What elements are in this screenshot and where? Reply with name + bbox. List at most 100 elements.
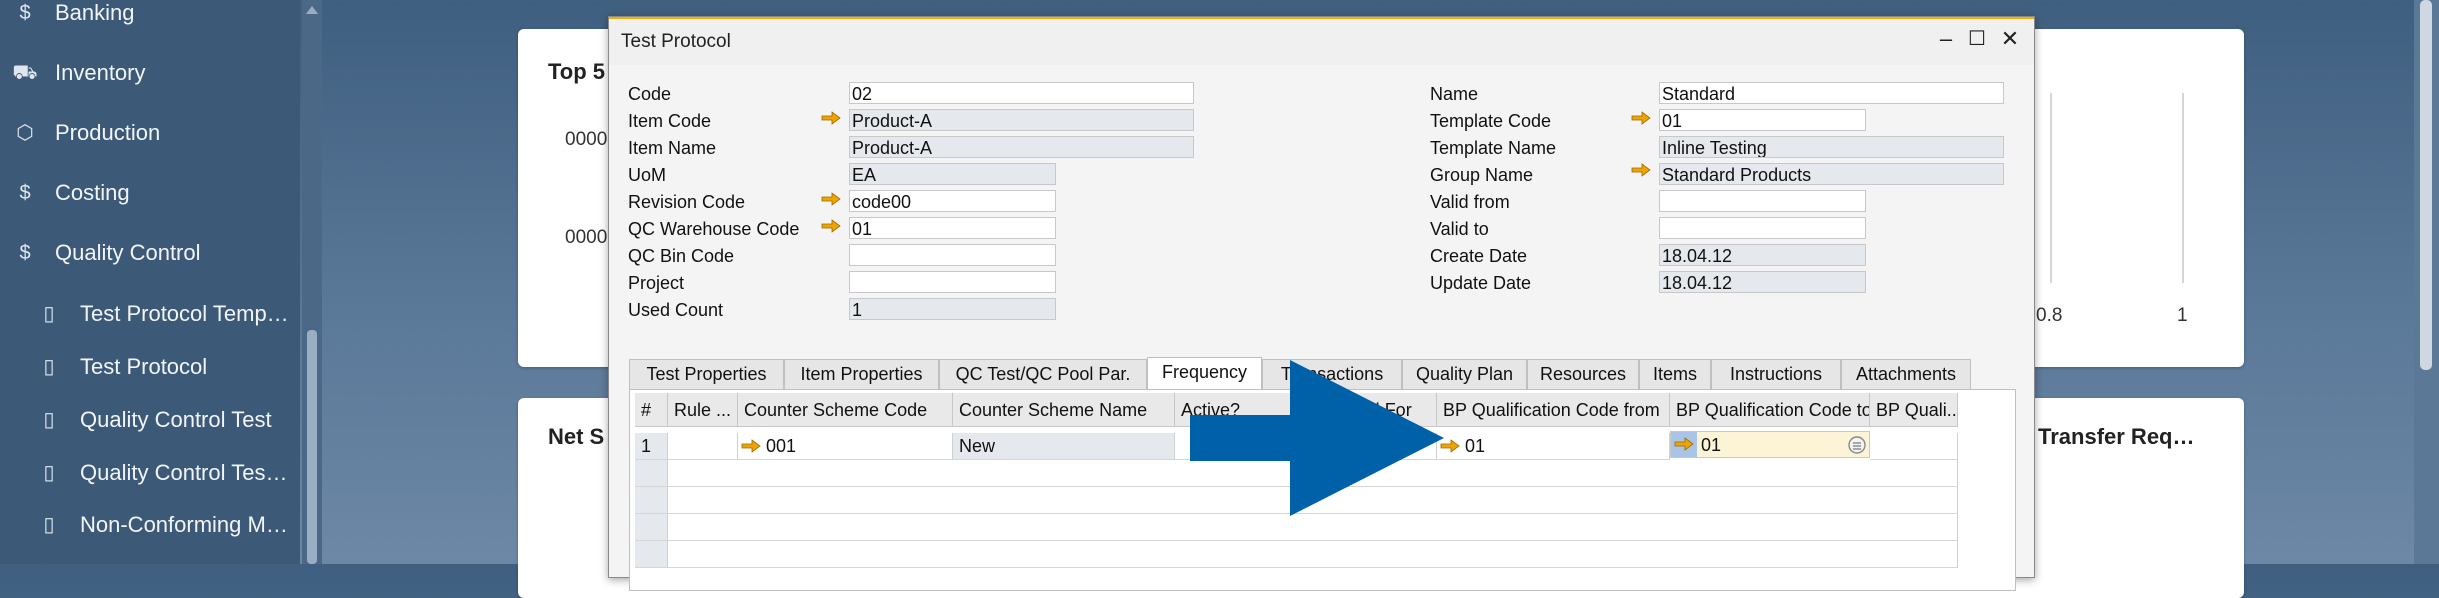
column-header-rule[interactable]: Rule ... bbox=[668, 393, 738, 427]
tab-items[interactable]: Items bbox=[1639, 359, 1711, 389]
minimize-icon[interactable]: – bbox=[1934, 27, 1958, 51]
cell-text: 01 bbox=[1701, 435, 1722, 455]
sidebar-item-label: Banking bbox=[55, 0, 135, 25]
page-scrollbar-thumb[interactable] bbox=[2420, 0, 2432, 370]
update-date-field[interactable]: 18.04.12 bbox=[1659, 271, 1866, 293]
list-choose-icon[interactable] bbox=[1847, 435, 1867, 455]
name-field[interactable]: Standard bbox=[1659, 82, 2004, 104]
project-field[interactable] bbox=[849, 271, 1056, 293]
field-label-update-date: Update Date bbox=[1430, 273, 1532, 293]
field-label-valid-from: Valid from bbox=[1430, 192, 1510, 212]
column-header-counter-scheme-name[interactable]: Counter Scheme Name bbox=[953, 393, 1175, 427]
axis-label: 0000 bbox=[565, 129, 608, 150]
sidebar-item-production[interactable]: ⬡ Production bbox=[0, 106, 300, 160]
close-icon[interactable]: ✕ bbox=[1998, 27, 2022, 51]
sidebar-item-banking[interactable]: $ Banking bbox=[0, 0, 300, 40]
sidebar-item-label: Inventory bbox=[55, 60, 146, 85]
document-icon: ▯ bbox=[43, 514, 55, 536]
field-label-project: Project bbox=[628, 273, 685, 293]
axis-tick: 0.8 bbox=[2036, 305, 2063, 326]
field-label-item-code: Item Code bbox=[628, 111, 712, 131]
document-icon: ▯ bbox=[43, 462, 55, 484]
sidebar-subitem-quality-control-test-2[interactable]: ▯ Quality Control Tes… bbox=[0, 446, 300, 500]
link-arrow-icon[interactable] bbox=[1631, 111, 1651, 125]
grid-cell-counter-scheme-name[interactable]: New bbox=[953, 433, 1175, 460]
qc-bin-code-field[interactable] bbox=[849, 244, 1056, 266]
row-number[interactable] bbox=[635, 514, 668, 541]
grid-cell-bp-qualification-to[interactable]: 01 bbox=[1670, 431, 1870, 458]
valid-to-field[interactable] bbox=[1659, 217, 1866, 239]
column-header-bp-quali[interactable]: BP Quali... bbox=[1870, 393, 1958, 427]
template-name-field[interactable]: Inline Testing bbox=[1659, 136, 2004, 158]
revision-code-field[interactable]: code00 bbox=[849, 190, 1056, 212]
link-arrow-icon[interactable] bbox=[821, 219, 841, 233]
chart-gridline bbox=[2182, 93, 2184, 283]
tab-test-properties[interactable]: Test Properties bbox=[629, 359, 784, 389]
column-header-number[interactable]: # bbox=[635, 393, 668, 427]
sidebar-subitem-label: Non-Conforming M… bbox=[80, 512, 288, 537]
column-header-bp-qualification-to[interactable]: BP Qualification Code to bbox=[1670, 393, 1870, 427]
grid-cell-bp-qualification-from[interactable]: 01 bbox=[1437, 433, 1670, 460]
code-field[interactable]: 02 bbox=[849, 82, 1194, 104]
used-count-field[interactable]: 1 bbox=[849, 298, 1056, 320]
group-name-field[interactable]: Standard Products bbox=[1659, 163, 2004, 185]
maximize-icon[interactable]: ☐ bbox=[1965, 27, 1989, 51]
row-number[interactable]: 1 bbox=[635, 433, 668, 460]
field-label-qc-bin-code: QC Bin Code bbox=[628, 246, 735, 266]
axis-label: 0000 bbox=[565, 227, 608, 248]
row-number[interactable] bbox=[635, 487, 668, 514]
row-number[interactable] bbox=[635, 460, 668, 487]
item-name-field[interactable]: Product-A bbox=[849, 136, 1194, 158]
sidebar-scrollbar-thumb[interactable] bbox=[307, 330, 317, 564]
column-header-counter-scheme-code[interactable]: Counter Scheme Code bbox=[738, 393, 953, 427]
axis-tick: 1 bbox=[2177, 305, 2188, 326]
window-title-bar[interactable]: Test Protocol – ☐ ✕ bbox=[609, 17, 2034, 65]
sidebar-item-costing[interactable]: $ Costing bbox=[0, 166, 300, 220]
tab-attachments[interactable]: Attachments bbox=[1841, 359, 1971, 389]
annotation-arrow-icon bbox=[1190, 360, 1444, 516]
field-label-valid-to: Valid to bbox=[1430, 219, 1489, 239]
sidebar-item-inventory[interactable]: ⛟ Inventory bbox=[0, 46, 300, 100]
field-label-create-date: Create Date bbox=[1430, 246, 1528, 266]
link-arrow-icon[interactable] bbox=[1631, 163, 1651, 177]
tab-resources[interactable]: Resources bbox=[1527, 359, 1639, 389]
grid-cell-bp-quali[interactable] bbox=[1870, 433, 1958, 460]
field-label-template-name: Template Name bbox=[1430, 138, 1557, 158]
valid-from-field[interactable] bbox=[1659, 190, 1866, 212]
field-label-used-count: Used Count bbox=[628, 300, 724, 320]
sidebar-subitem-label: Test Protocol Temp… bbox=[80, 301, 289, 326]
uom-field[interactable]: EA bbox=[849, 163, 1056, 185]
qc-warehouse-code-field[interactable]: 01 bbox=[849, 217, 1056, 239]
sidebar-item-quality-control[interactable]: $ Quality Control bbox=[0, 226, 300, 280]
costing-icon: $ bbox=[19, 182, 31, 204]
field-label-code: Code bbox=[628, 84, 672, 104]
sidebar-item-label: Quality Control bbox=[55, 240, 201, 265]
sidebar-subitem-quality-control-test[interactable]: ▯ Quality Control Test bbox=[0, 393, 300, 447]
tab-item-properties[interactable]: Item Properties bbox=[784, 359, 939, 389]
field-label-qc-warehouse-code: QC Warehouse Code bbox=[628, 219, 800, 239]
column-header-bp-qualification-from[interactable]: BP Qualification Code from bbox=[1437, 393, 1670, 427]
scroll-up-icon[interactable] bbox=[306, 6, 318, 14]
create-date-field[interactable]: 18.04.12 bbox=[1659, 244, 1866, 266]
sidebar-scrollbar[interactable] bbox=[302, 0, 322, 564]
template-code-field[interactable]: 01 bbox=[1659, 109, 1866, 131]
document-icon: ▯ bbox=[43, 356, 55, 378]
card-title: Top 5 bbox=[548, 59, 606, 84]
link-arrow-icon[interactable] bbox=[821, 192, 841, 206]
page-scrollbar[interactable] bbox=[2414, 0, 2439, 564]
sidebar-subitem-test-protocol[interactable]: ▯ Test Protocol bbox=[0, 340, 300, 394]
tab-instructions[interactable]: Instructions bbox=[1711, 359, 1841, 389]
tab-qc-test-pool-par[interactable]: QC Test/QC Pool Par. bbox=[939, 359, 1147, 389]
card-title-right: Transfer Req… bbox=[2038, 424, 2195, 449]
grid-cell-counter-scheme-code[interactable]: 001 bbox=[738, 433, 953, 460]
sidebar-subitem-test-protocol-template[interactable]: ▯ Test Protocol Temp… bbox=[0, 287, 300, 341]
link-arrow-icon[interactable] bbox=[741, 439, 761, 453]
cell-text: 01 bbox=[1465, 436, 1486, 456]
link-arrow-icon[interactable] bbox=[1674, 437, 1694, 451]
item-code-field[interactable]: Product-A bbox=[849, 109, 1194, 131]
empty-row[interactable] bbox=[668, 514, 1958, 541]
field-label-item-name: Item Name bbox=[628, 138, 717, 158]
link-arrow-icon[interactable] bbox=[821, 111, 841, 125]
sidebar-subitem-non-conforming[interactable]: ▯ Non-Conforming M… bbox=[0, 498, 300, 552]
grid-cell-rule[interactable] bbox=[668, 433, 738, 460]
